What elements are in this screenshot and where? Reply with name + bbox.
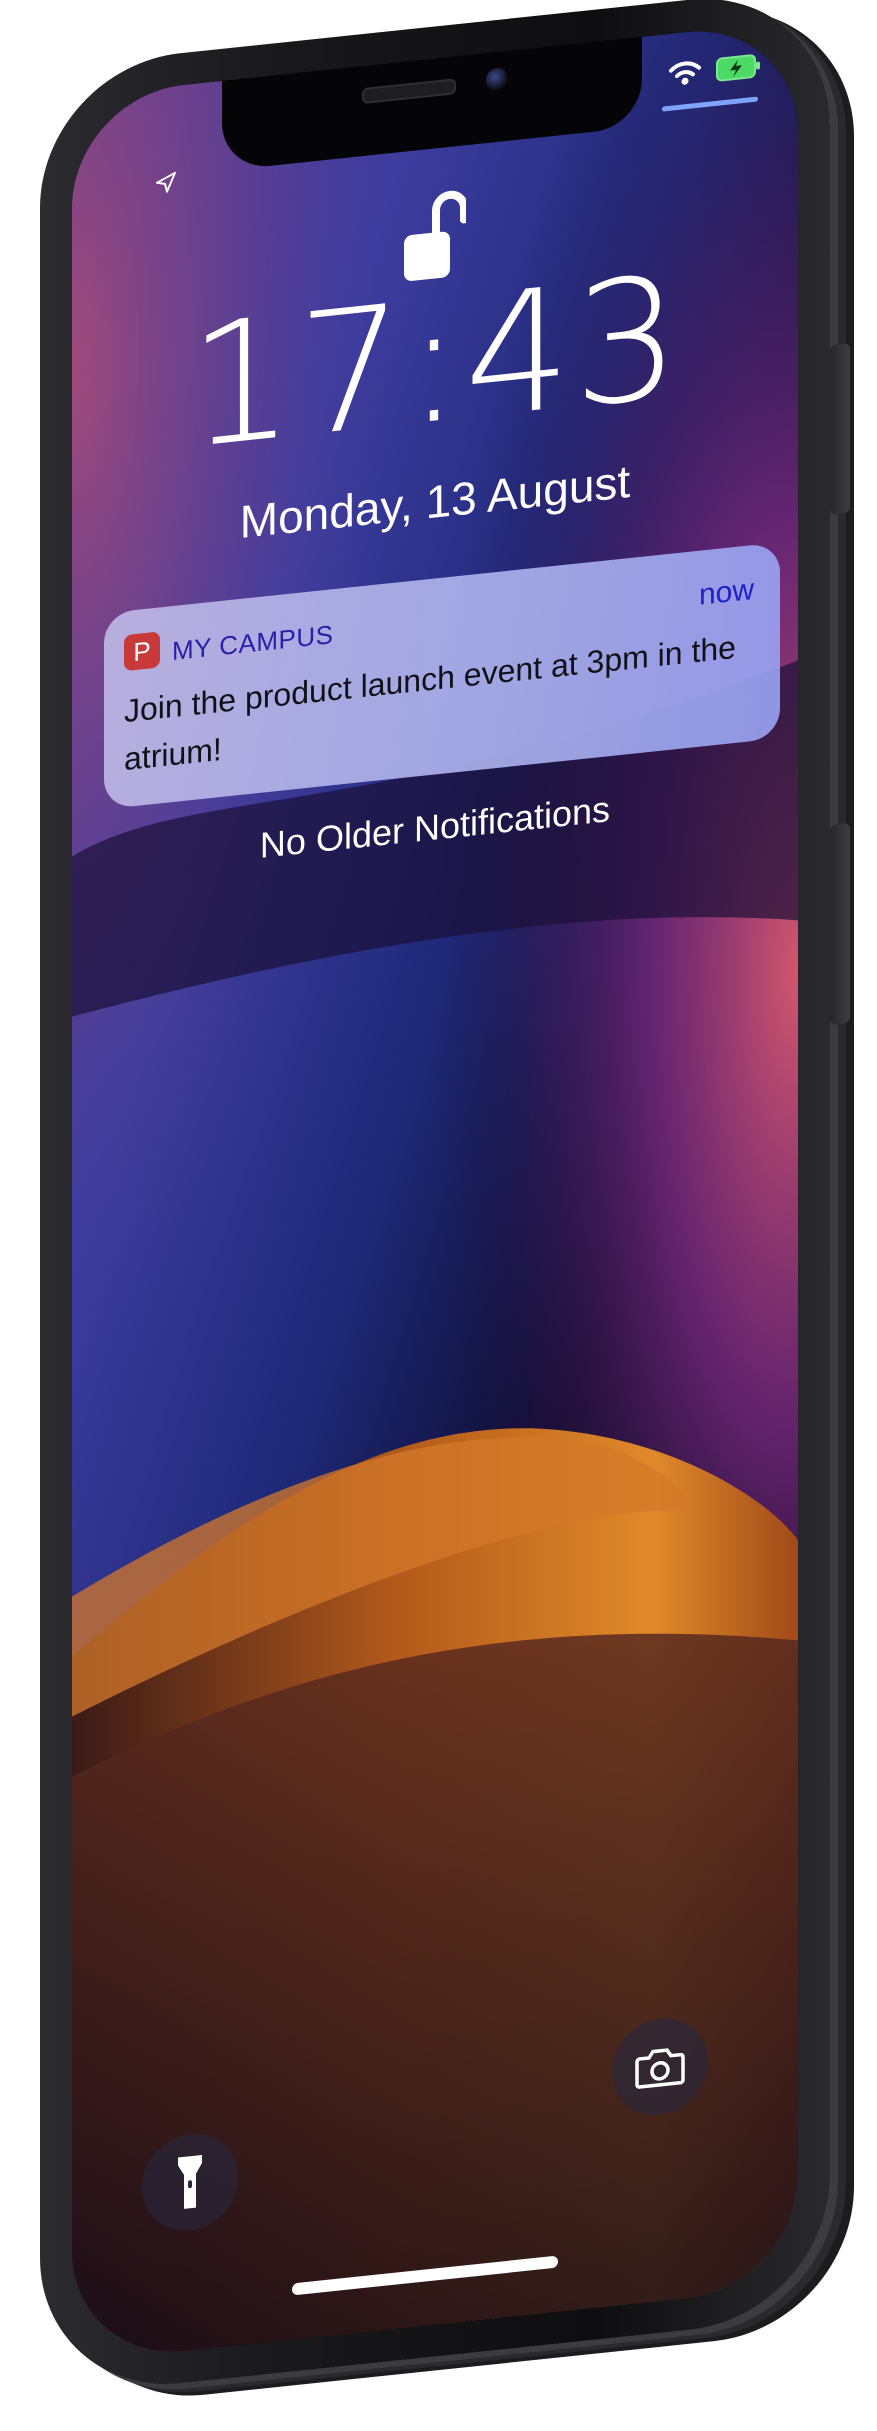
side-button (830, 342, 850, 515)
notification-timestamp: now (698, 572, 754, 612)
volume-button (830, 822, 850, 1025)
location-arrow-icon (156, 171, 176, 193)
app-icon: P (124, 631, 160, 672)
wifi-icon (669, 61, 701, 85)
camera-icon (635, 2048, 685, 2089)
notification-app-name: MY CAMPUS (172, 619, 334, 667)
earpiece-speaker (362, 78, 456, 105)
battery-charging-icon (716, 54, 760, 82)
flashlight-icon (178, 2154, 202, 2209)
phone-device: 17:43 Monday, 13 August P MY CAMPUS now … (40, 0, 866, 2428)
lock-screen: 17:43 Monday, 13 August P MY CAMPUS now … (72, 20, 798, 2363)
front-camera (486, 66, 508, 92)
